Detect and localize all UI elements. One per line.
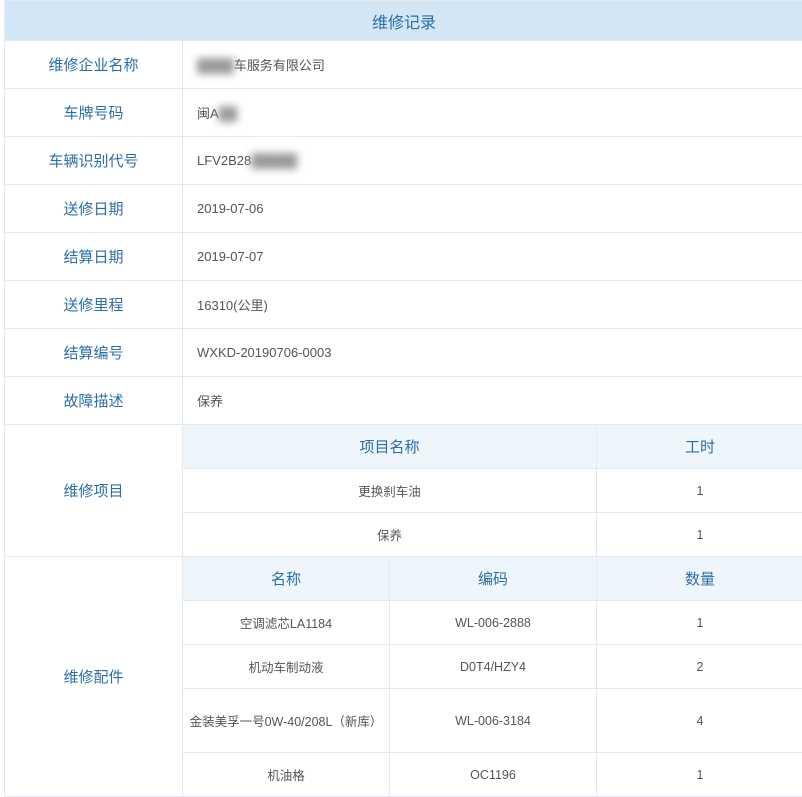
repair-part-name: 机油格: [183, 753, 390, 797]
table-title: 维修记录: [5, 1, 802, 41]
value-bill-no: WXKD-20190706-0003: [183, 329, 802, 377]
repair-item-name: 更换刹车油: [183, 469, 597, 513]
repair-item-hours: 1: [597, 469, 802, 513]
label-plate: 车牌号码: [5, 89, 183, 137]
repair-part-name: 机动车制动液: [183, 645, 390, 689]
maintenance-record-table: 维修记录 维修企业名称 ████ 车服务有限公司 车牌号码 闽A ██ 车辆识别…: [4, 0, 802, 797]
label-company: 维修企业名称: [5, 41, 183, 89]
label-mileage: 送修里程: [5, 281, 183, 329]
repair-part-name: 空调滤芯LA1184: [183, 601, 390, 645]
value-out-date: 2019-07-07: [183, 233, 802, 281]
repair-items-header-name: 项目名称: [183, 425, 597, 469]
repair-part-code: WL-006-3184: [390, 689, 597, 753]
value-fault: 保养: [183, 377, 802, 425]
repair-part-code: D0T4/HZY4: [390, 645, 597, 689]
label-fault: 故障描述: [5, 377, 183, 425]
label-vin: 车辆识别代号: [5, 137, 183, 185]
label-out-date: 结算日期: [5, 233, 183, 281]
repair-part-qty: 2: [597, 645, 802, 689]
repair-part-name: 金装美孚一号0W-40/208L（新库）: [183, 689, 390, 753]
value-mileage: 16310(公里): [183, 281, 802, 329]
value-company: ████ 车服务有限公司: [183, 41, 802, 89]
label-repair-parts: 维修配件: [5, 557, 183, 797]
repair-part-code: WL-006-2888: [390, 601, 597, 645]
repair-part-code: OC1196: [390, 753, 597, 797]
label-bill-no: 结算编号: [5, 329, 183, 377]
repair-part-qty: 4: [597, 689, 802, 753]
repair-item-hours: 1: [597, 513, 802, 557]
repair-parts-header-qty: 数量: [597, 557, 802, 601]
repair-parts-header-name: 名称: [183, 557, 390, 601]
value-plate: 闽A ██: [183, 89, 802, 137]
repair-parts-header-code: 编码: [390, 557, 597, 601]
label-in-date: 送修日期: [5, 185, 183, 233]
value-in-date: 2019-07-06: [183, 185, 802, 233]
repair-items-header-hours: 工时: [597, 425, 802, 469]
repair-part-qty: 1: [597, 601, 802, 645]
label-repair-items: 维修项目: [5, 425, 183, 557]
repair-item-name: 保养: [183, 513, 597, 557]
value-vin: LFV2B28█████: [183, 137, 802, 185]
repair-part-qty: 1: [597, 753, 802, 797]
